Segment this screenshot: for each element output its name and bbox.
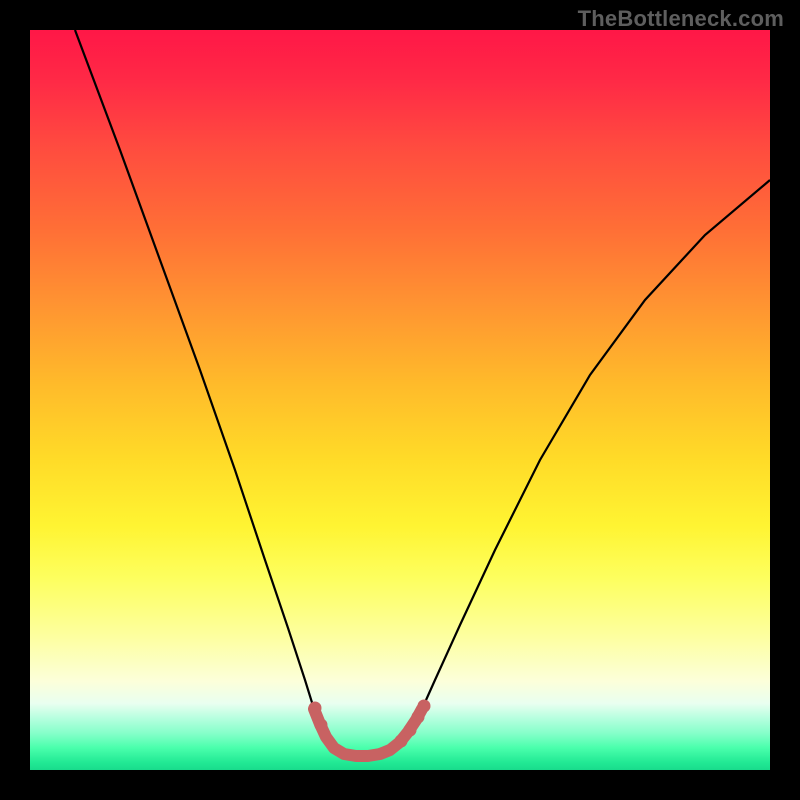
marker-point xyxy=(412,711,425,724)
series-left-limb xyxy=(75,30,314,709)
marker-point xyxy=(309,702,322,715)
plot-area xyxy=(30,30,770,770)
marker-point xyxy=(418,700,431,713)
marker-point xyxy=(315,719,328,732)
curve-layer xyxy=(30,30,770,770)
chart-frame: TheBottleneck.com xyxy=(0,0,800,800)
series-right-limb xyxy=(422,180,770,709)
marker-point xyxy=(395,735,408,748)
marker-point xyxy=(404,724,417,737)
watermark-text: TheBottleneck.com xyxy=(578,6,784,32)
